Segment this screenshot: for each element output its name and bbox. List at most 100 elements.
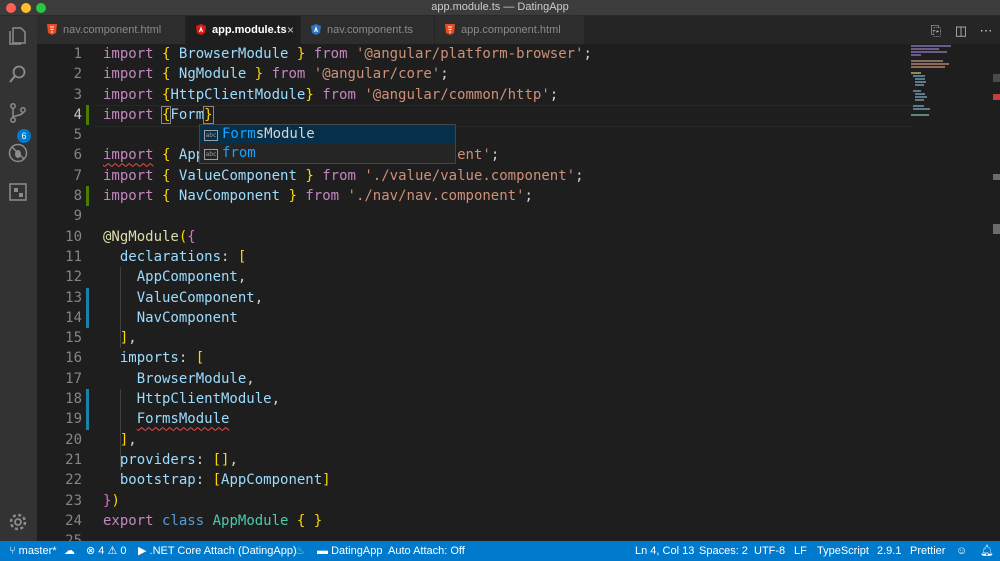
error-count: 4 [98, 545, 105, 557]
angular-file-icon [196, 24, 206, 35]
tab-nav-component-html[interactable]: nav.component.html [37, 16, 186, 44]
code-line: 6import { AppComponent } from './app.com… [37, 145, 1000, 165]
code-line: 3 import {HttpClientModule} from '@angula… [37, 85, 1000, 105]
ts-version[interactable]: 2.9.1 [877, 541, 901, 561]
line-number: 9 [73, 208, 82, 225]
minimap[interactable] [909, 44, 989, 144]
indentation[interactable]: Spaces: 2 [699, 541, 748, 561]
code-line: 2 import { NgModule } from '@angular/core… [37, 64, 1000, 84]
suggestion-item[interactable]: abc from [200, 144, 455, 163]
cursor-position[interactable]: Ln 4, Col 13 [635, 541, 694, 561]
line-text: import { ValueComponent } from './value/… [103, 167, 584, 184]
code-line: 20 ], [37, 430, 1000, 450]
bell-icon[interactable]: 🔔︎ [980, 541, 994, 561]
suggestion-label: FormsModule [222, 125, 315, 144]
gutter-modified-marker [86, 287, 89, 308]
tab-app-component-html[interactable]: app.component.html [435, 16, 585, 44]
gutter-modified-marker [86, 307, 89, 329]
code-line: 24 export class AppModule { } [37, 511, 1000, 531]
line-text: import { BrowserModule } from '@angular/… [103, 46, 592, 62]
split-editor-icon[interactable]: ◫ [953, 23, 969, 39]
flame-icon[interactable]: ♨ [295, 541, 305, 561]
line-text: ], [119, 330, 137, 347]
tab-app-module-ts[interactable]: app.module.ts × [186, 16, 301, 44]
code-line: 1 import { BrowserModule } from '@angular… [37, 44, 1000, 64]
line-number: 12 [65, 269, 82, 286]
tab-nav-component-ts[interactable]: nav.component.ts [301, 16, 435, 44]
source-control-icon[interactable] [7, 102, 29, 124]
line-number: 17 [65, 370, 82, 387]
workspace-folder[interactable]: ▬ DatingApp [317, 541, 382, 561]
more-actions-icon[interactable]: ⋯ [978, 23, 994, 39]
code-line: 5 [37, 125, 1000, 145]
line-text: }) [103, 492, 120, 509]
line-text: imports: [ [119, 350, 205, 367]
code-line: 17 BrowserModule, [37, 369, 1000, 389]
code-line-current: 4 import {Form} [37, 104, 1000, 127]
encoding[interactable]: UTF-8 [754, 541, 785, 561]
tab-bar: nav.component.html app.module.ts × nav.c… [37, 16, 1000, 44]
extensions-icon[interactable] [7, 181, 29, 203]
warning-count: 0 [120, 545, 127, 557]
open-changes-icon[interactable]: ⎘ [928, 23, 944, 39]
line-number: 19 [65, 411, 82, 428]
tab-label: nav.component.html [63, 24, 162, 36]
suggestion-label: from [222, 145, 256, 161]
code-line: 12 AppComponent, [37, 267, 1000, 287]
debug-config[interactable]: ▶ .NET Core Attach (DatingApp) [138, 541, 297, 561]
line-text: NavComponent [136, 309, 238, 326]
line-number: 18 [65, 391, 82, 408]
code-line: 13 ValueComponent, [37, 287, 1000, 308]
line-number: 7 [73, 167, 82, 184]
line-number: 1 [73, 46, 82, 62]
gutter-modified-marker [86, 409, 89, 430]
window-title: app.module.ts — DatingApp [431, 1, 569, 13]
code-line: 8 import { NavComponent } from './nav/nav… [37, 186, 1000, 207]
suggestion-match: Form [222, 126, 256, 142]
line-text: declarations: [ [119, 248, 247, 265]
html-file-icon [47, 24, 57, 35]
cloud-sync-icon[interactable]: ☁ [64, 541, 75, 561]
search-icon[interactable] [7, 63, 29, 85]
close-icon[interactable]: × [287, 16, 294, 44]
line-text: export class AppModule { } [103, 512, 323, 529]
typescript-file-icon [311, 24, 321, 35]
gutter-added-marker [86, 104, 89, 126]
activity-bar: 6 [0, 16, 37, 541]
html-file-icon [445, 24, 455, 35]
line-text: FormsModule [136, 411, 230, 428]
line-number: 16 [65, 350, 82, 367]
line-number: 24 [65, 512, 82, 529]
auto-attach[interactable]: Auto Attach: Off [388, 541, 465, 561]
text-suggestion-icon: abc [204, 130, 218, 141]
end-of-line[interactable]: LF [794, 541, 807, 561]
problems-indicator[interactable]: ⊗ 4 ⚠ 0 [86, 541, 127, 561]
line-text: @NgModule({ [103, 228, 196, 245]
line-text: BrowserModule, [136, 370, 255, 387]
prettier[interactable]: Prettier [910, 541, 945, 561]
code-line: 11 declarations: [ [37, 247, 1000, 267]
suggestion-item[interactable]: abc FormsModule [200, 125, 455, 144]
debug-icon[interactable] [7, 142, 29, 164]
line-number: 15 [65, 330, 82, 347]
autocomplete-popup: abc FormsModule abc from [199, 124, 456, 164]
feedback-icon[interactable]: ☺ [956, 541, 967, 561]
code-line: 21 providers: [], [37, 450, 1000, 470]
git-branch[interactable]: ⑂ master* [9, 541, 57, 561]
gear-icon[interactable] [7, 511, 29, 533]
line-number: 6 [73, 147, 82, 164]
line-number: 22 [65, 472, 82, 489]
line-text: HttpClientModule, [136, 391, 281, 408]
line-number: 10 [65, 228, 82, 245]
gutter-added-marker [86, 186, 89, 207]
code-line: 10 @NgModule({ [37, 227, 1000, 247]
line-text: ValueComponent, [136, 289, 264, 306]
language-mode[interactable]: TypeScript [817, 541, 869, 561]
line-number: 11 [65, 248, 82, 265]
explorer-icon[interactable] [7, 25, 29, 47]
line-number: 2 [73, 66, 82, 83]
line-number: 21 [65, 451, 82, 468]
line-text: import {HttpClientModule} from '@angular… [103, 86, 559, 103]
code-editor[interactable]: 1 import { BrowserModule } from '@angular… [37, 44, 1000, 541]
tab-label: app.module.ts [212, 24, 287, 36]
